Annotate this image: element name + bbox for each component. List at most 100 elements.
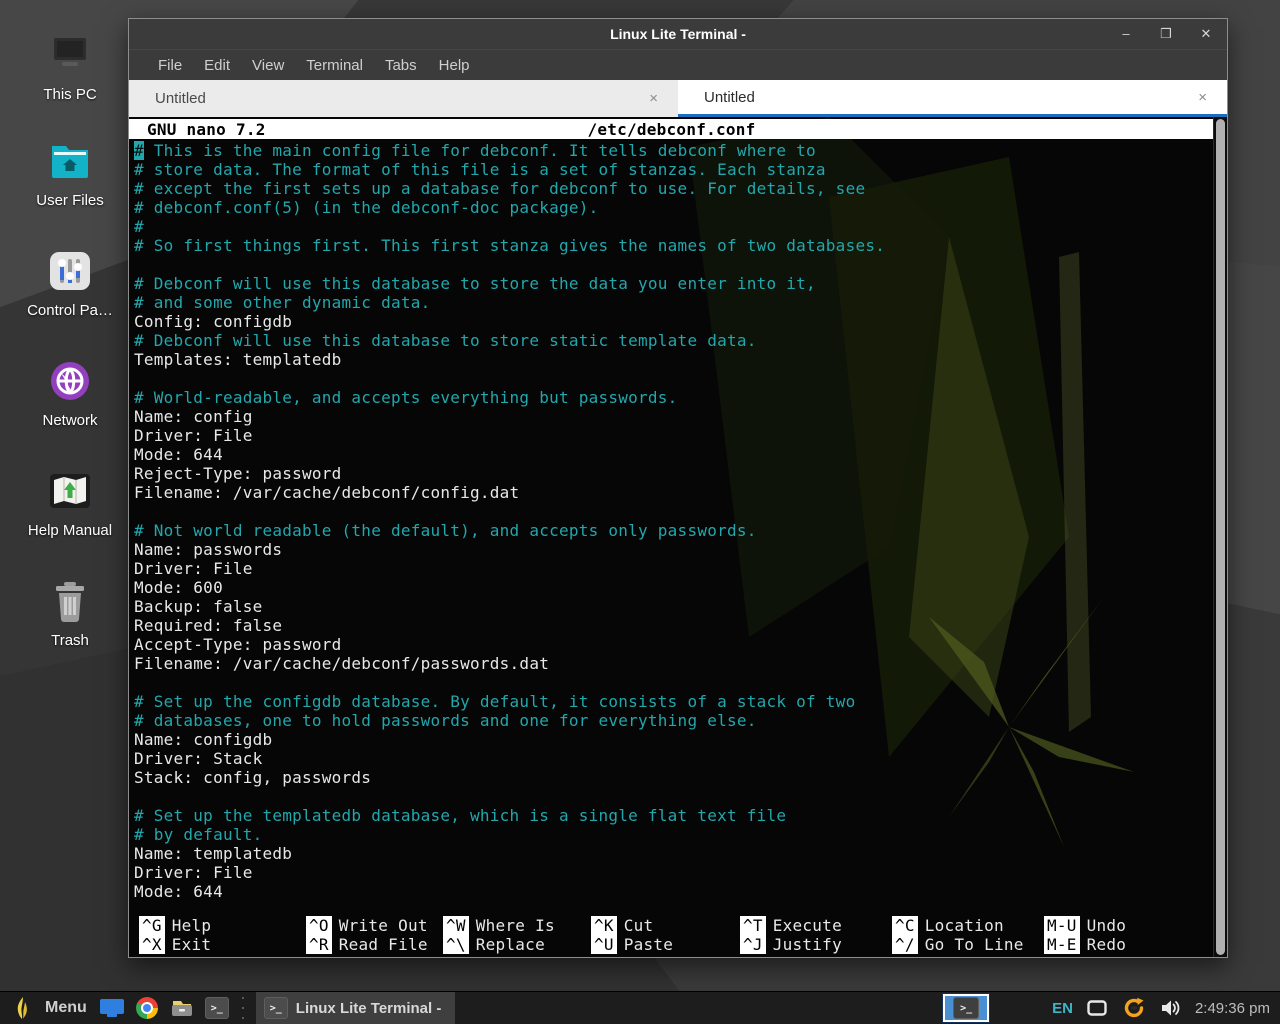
terminal-line (134, 787, 1213, 806)
keyboard-layout-indicator[interactable]: EN (1052, 1000, 1073, 1017)
maximize-icon[interactable]: ❒ (1159, 27, 1173, 41)
terminal-line: Driver: File (134, 559, 1213, 578)
nano-shortcut: ^JJustify (740, 935, 842, 954)
scrollbar-thumb[interactable] (1216, 119, 1225, 955)
linux-lite-logo-icon (14, 996, 30, 1020)
menu-button-label[interactable]: Menu (45, 999, 87, 1017)
taskbar-separator (240, 995, 247, 1021)
desktop-icon-this-pc[interactable]: This PC (14, 32, 126, 103)
terminal-line: Reject-Type: password (134, 464, 1213, 483)
file-manager-icon (170, 997, 194, 1019)
shortcut-key: ^K (591, 916, 617, 935)
terminal-line (134, 673, 1213, 692)
tab-close-icon[interactable]: × (649, 90, 658, 107)
close-icon[interactable]: ✕ (1199, 27, 1213, 41)
desktop-icon-label: This PC (14, 86, 126, 103)
minimize-icon[interactable]: – (1119, 27, 1133, 41)
terminal-line: # Set up the configdb database. By defau… (134, 692, 1213, 711)
nano-shortcut: ^/Go To Line (892, 935, 1024, 954)
terminal-launcher[interactable]: >_ (203, 995, 231, 1021)
nano-shortcut: ^GHelp (139, 916, 211, 935)
desktop-icon-label: Network (14, 412, 126, 429)
terminal-line (134, 502, 1213, 521)
nano-shortcut: M-UUndo (1044, 916, 1126, 935)
shortcut-key: ^R (306, 935, 332, 954)
shortcut-label: Where Is (476, 916, 555, 935)
show-desktop-button[interactable] (98, 995, 126, 1021)
terminal-line: # Debconf will use this database to stor… (134, 274, 1213, 293)
window-titlebar[interactable]: Linux Lite Terminal - – ❒ ✕ (129, 19, 1227, 49)
tab-bar: Untitled × Untitled × (129, 80, 1227, 117)
nano-shortcut: ^TExecute (740, 916, 842, 935)
clock[interactable]: 2:49:36 pm (1195, 1000, 1270, 1017)
task-button-terminal[interactable]: >_ Linux Lite Terminal - (256, 992, 456, 1024)
computer-icon (14, 32, 126, 78)
shortcut-key: ^T (740, 916, 766, 935)
terminal-line: Backup: false (134, 597, 1213, 616)
terminal-line: Filename: /var/cache/debconf/config.dat (134, 483, 1213, 502)
nano-shortcut: ^RRead File (306, 935, 428, 954)
shortcut-key: ^X (139, 935, 165, 954)
menu-terminal[interactable]: Terminal (295, 53, 374, 78)
tray-terminal-button[interactable]: >_ (942, 993, 990, 1023)
tab-untitled-2[interactable]: Untitled × (678, 80, 1227, 117)
terminal-line: Config: configdb (134, 312, 1213, 331)
volume-tray[interactable] (1159, 995, 1183, 1021)
terminal-line (134, 369, 1213, 388)
tab-close-icon[interactable]: × (1198, 89, 1207, 106)
terminal-line: Name: passwords (134, 540, 1213, 559)
nano-titlebar: GNU nano 7.2 /etc/debconf.conf (129, 119, 1214, 139)
shortcut-label: Paste (624, 935, 673, 954)
shortcut-key: ^G (139, 916, 165, 935)
terminal-screen[interactable]: GNU nano 7.2 /etc/debconf.conf # This is… (129, 117, 1227, 957)
terminal-line: # debconf.conf(5) (in the debconf-doc pa… (134, 198, 1213, 217)
shortcut-key: ^W (443, 916, 469, 935)
window-title: Linux Lite Terminal - (129, 26, 1227, 42)
terminal-line: Name: templatedb (134, 844, 1213, 863)
terminal-line: # This is the main config file for debco… (134, 141, 1213, 160)
terminal-scrollbar[interactable] (1213, 117, 1227, 957)
menu-button[interactable] (8, 995, 36, 1021)
file-manager-launcher[interactable] (168, 995, 196, 1021)
terminal-line: Driver: File (134, 863, 1213, 882)
terminal-line: Driver: File (134, 426, 1213, 445)
chrome-launcher[interactable] (133, 995, 161, 1021)
terminal-icon: >_ (205, 997, 229, 1019)
speaker-icon (1160, 998, 1182, 1018)
menu-edit[interactable]: Edit (193, 53, 241, 78)
shortcut-label: Replace (476, 935, 545, 954)
desktop-icon-trash[interactable]: Trash (14, 578, 126, 649)
terminal-line: Mode: 644 (134, 882, 1213, 901)
menu-view[interactable]: View (241, 53, 295, 78)
terminal-line: # by default. (134, 825, 1213, 844)
desktop-icon-label: Trash (14, 632, 126, 649)
help-manual-icon (14, 468, 126, 514)
display-settings-tray[interactable] (1085, 995, 1109, 1021)
menu-tabs[interactable]: Tabs (374, 53, 428, 78)
desktop-icon-control-panel[interactable]: Control Pa… (14, 248, 126, 319)
trash-icon (14, 578, 126, 624)
shortcut-key: M-E (1044, 935, 1080, 954)
terminal-icon: >_ (953, 997, 979, 1019)
network-globe-icon (14, 358, 126, 404)
text-cursor: # (134, 141, 144, 160)
menu-help[interactable]: Help (428, 53, 481, 78)
menu-file[interactable]: File (147, 53, 193, 78)
menu-bar: File Edit View Terminal Tabs Help (129, 49, 1227, 80)
chrome-icon (136, 997, 158, 1019)
terminal-line: # and some other dynamic data. (134, 293, 1213, 312)
desktop-icon-user-files[interactable]: User Files (14, 138, 126, 209)
shortcut-key: ^J (740, 935, 766, 954)
terminal-line: # Not world readable (the default), and … (134, 521, 1213, 540)
tab-label: Untitled (678, 89, 755, 106)
desktop-icon-help-manual[interactable]: Help Manual (14, 468, 126, 539)
update-notifier-tray[interactable] (1121, 995, 1147, 1021)
desktop-icon-network[interactable]: Network (14, 358, 126, 429)
desktop-icon-label: User Files (14, 192, 126, 209)
nano-shortcut-row-2: ^XExit^RRead File^\Replace^UPaste^JJusti… (134, 935, 1213, 954)
tab-untitled-1[interactable]: Untitled × (129, 80, 678, 117)
control-panel-icon (14, 248, 126, 294)
shortcut-label: Go To Line (925, 935, 1024, 954)
shortcut-label: Cut (624, 916, 654, 935)
updates-refresh-icon (1122, 996, 1146, 1020)
